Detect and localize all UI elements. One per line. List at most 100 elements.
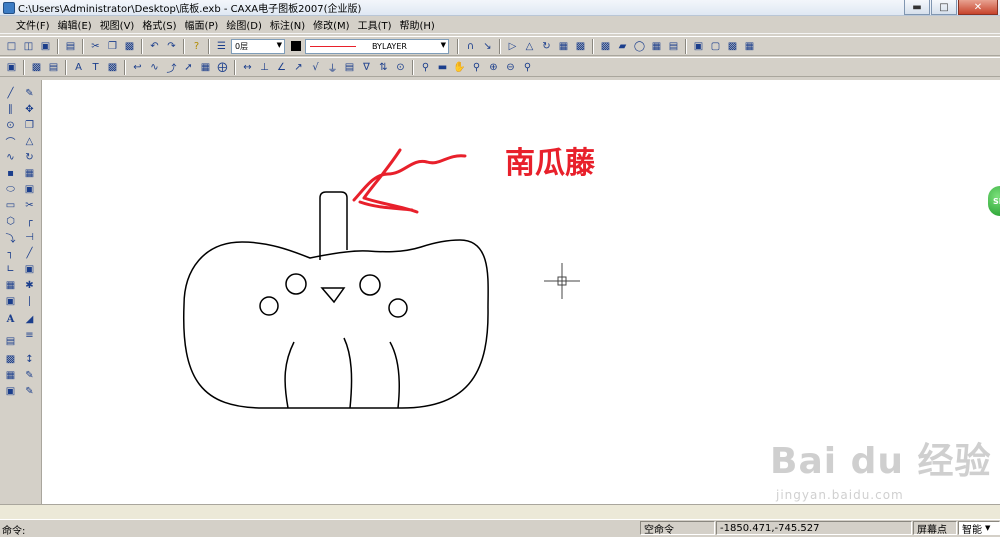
leader-icon[interactable]: ↗ [291, 60, 306, 75]
query-icon[interactable]: ⚲ [418, 60, 433, 75]
display-all-icon[interactable]: ▩ [29, 60, 44, 75]
center-line-tool-icon[interactable]: ┐ [3, 246, 18, 261]
angle-dim-icon[interactable]: ∠ [274, 60, 289, 75]
menu-draw[interactable]: 绘图(D) [222, 17, 266, 32]
scale-tool-icon[interactable]: ▣ [22, 182, 37, 197]
menu-view[interactable]: 视图(V) [96, 17, 139, 32]
text-tool-icon[interactable]: A [3, 312, 18, 327]
dimension-icon[interactable]: ↔ [240, 60, 255, 75]
wave-line-icon[interactable]: ∿ [147, 60, 162, 75]
snap-point-icon[interactable]: ∩ [463, 39, 478, 54]
copy-move-icon[interactable]: ❐ [22, 118, 37, 133]
menu-dimension[interactable]: 标注(N) [266, 17, 309, 32]
scale-icon[interactable]: ▩ [573, 39, 588, 54]
divide-icon[interactable]: ∣ [22, 294, 37, 309]
zoom-previous-icon[interactable]: ⚲ [520, 60, 535, 75]
flip-icon[interactable]: ↕ [22, 352, 37, 367]
center-line-icon[interactable]: ⨁ [215, 60, 230, 75]
bom-icon[interactable]: ▦ [742, 39, 757, 54]
undo-edit-icon[interactable]: ↩ [130, 60, 145, 75]
new-file-icon[interactable]: □ [4, 39, 19, 54]
zoom-window-icon[interactable]: ⚲ [469, 60, 484, 75]
title-block-icon[interactable]: ▩ [725, 39, 740, 54]
point-icon[interactable]: ▪ [3, 166, 18, 181]
copy-icon[interactable]: ❐ [105, 39, 120, 54]
display-window-icon[interactable]: ▤ [46, 60, 61, 75]
pan-icon[interactable]: ✋ [452, 60, 467, 75]
mirror-icon[interactable]: △ [522, 39, 537, 54]
menu-file[interactable]: 文件(F) [12, 17, 54, 32]
cut-icon[interactable]: ✂ [88, 39, 103, 54]
menu-tools[interactable]: 工具(T) [354, 17, 396, 32]
window-zoom-icon[interactable]: ▣ [4, 60, 19, 75]
print-icon[interactable]: ▤ [63, 39, 78, 54]
move-icon[interactable]: ✥ [22, 102, 37, 117]
trim-icon[interactable]: ✂ [22, 198, 37, 213]
parallel-line-icon[interactable]: ∥ [3, 102, 18, 117]
insert-icon[interactable]: ▰ [615, 39, 630, 54]
polyline-icon[interactable]: ⤵ [3, 230, 18, 245]
rotate-tool-icon[interactable]: ↻ [22, 150, 37, 165]
zoom-in-icon[interactable]: ⊕ [486, 60, 501, 75]
arrow-icon[interactable]: ➚ [181, 60, 196, 75]
maximize-button[interactable]: □ [931, 0, 957, 15]
rectangle-icon[interactable]: ▭ [3, 198, 18, 213]
array-tool-icon[interactable]: ▦ [22, 166, 37, 181]
pencil-icon[interactable]: ✎ [22, 86, 37, 101]
distance-icon[interactable]: ▬ [435, 60, 450, 75]
spline-icon[interactable]: ∿ [3, 150, 18, 165]
transform-icon[interactable]: ▷ [505, 39, 520, 54]
table-icon[interactable]: ▦ [3, 368, 18, 383]
minimize-button[interactable]: ▬ [904, 0, 930, 15]
chamfer-icon[interactable]: ◢ [22, 312, 37, 327]
menu-format[interactable]: 格式(S) [138, 17, 180, 32]
radius-dim-icon[interactable]: ⊙ [393, 60, 408, 75]
dim-style-icon[interactable]: ▩ [105, 60, 120, 75]
block-tool-icon[interactable]: ▤ [3, 334, 18, 349]
coordinate-dim-icon[interactable]: ⊥ [257, 60, 272, 75]
redo-icon[interactable]: ↷ [164, 39, 179, 54]
equidistant-icon[interactable]: ∟ [3, 262, 18, 277]
datum-icon[interactable]: ⏚ [325, 60, 340, 75]
sb-badge[interactable]: SB [988, 186, 1000, 216]
part-library-icon[interactable]: ▦ [649, 39, 664, 54]
linetype-select[interactable]: BYLAYER ▼ [305, 38, 449, 54]
sheet-tool-icon[interactable]: ▣ [3, 384, 18, 399]
sheet-icon[interactable]: ▣ [691, 39, 706, 54]
hatch-tool-icon[interactable]: ▦ [3, 278, 18, 293]
section-icon[interactable]: ⇅ [376, 60, 391, 75]
horizontal-scrollbar[interactable] [0, 504, 1000, 519]
image-icon[interactable]: ▤ [666, 39, 681, 54]
zoom-out-icon[interactable]: ⊖ [503, 60, 518, 75]
snap-setting-icon[interactable]: ↘ [480, 39, 495, 54]
break-icon[interactable]: ╱ [22, 246, 37, 261]
curve-icon[interactable]: ⤴ [164, 60, 179, 75]
menu-sheet[interactable]: 幅面(P) [181, 17, 223, 32]
help-icon[interactable]: ? [189, 39, 204, 54]
ellipse-icon[interactable]: ⬭ [3, 182, 18, 197]
undo-icon[interactable]: ↶ [147, 39, 162, 54]
format-brush-icon[interactable]: ✎ [22, 384, 37, 399]
fill-icon[interactable]: ▣ [3, 294, 18, 309]
array-icon[interactable]: ▦ [556, 39, 571, 54]
arc-icon[interactable]: ⌒ [3, 134, 18, 149]
menu-help[interactable]: 帮助(H) [396, 17, 439, 32]
stretch-icon[interactable]: ▣ [22, 262, 37, 277]
layer-icon[interactable]: ☰ [214, 39, 229, 54]
close-button[interactable]: ✕ [958, 0, 998, 15]
drawing-canvas[interactable]: 南瓜藤 Bai du 经验 jingyan.baidu.com [42, 80, 1000, 504]
weld-icon[interactable]: ∇ [359, 60, 374, 75]
paste-icon[interactable]: ▩ [122, 39, 137, 54]
layer-select[interactable]: 0层 ▼ [231, 38, 285, 54]
explode-icon[interactable]: ✱ [22, 278, 37, 293]
color-swatch[interactable] [291, 41, 301, 51]
menu-edit[interactable]: 编辑(E) [54, 17, 96, 32]
align-icon[interactable]: ≡ [22, 328, 37, 343]
polygon-icon[interactable]: ⬡ [3, 214, 18, 229]
roughness-icon[interactable]: √ [308, 60, 323, 75]
edit-icon[interactable]: ✎ [22, 368, 37, 383]
snap-mode[interactable]: 屏幕点 [913, 521, 957, 536]
text-icon[interactable]: T [88, 60, 103, 75]
block-icon[interactable]: ▩ [598, 39, 613, 54]
frame-icon[interactable]: ▢ [708, 39, 723, 54]
